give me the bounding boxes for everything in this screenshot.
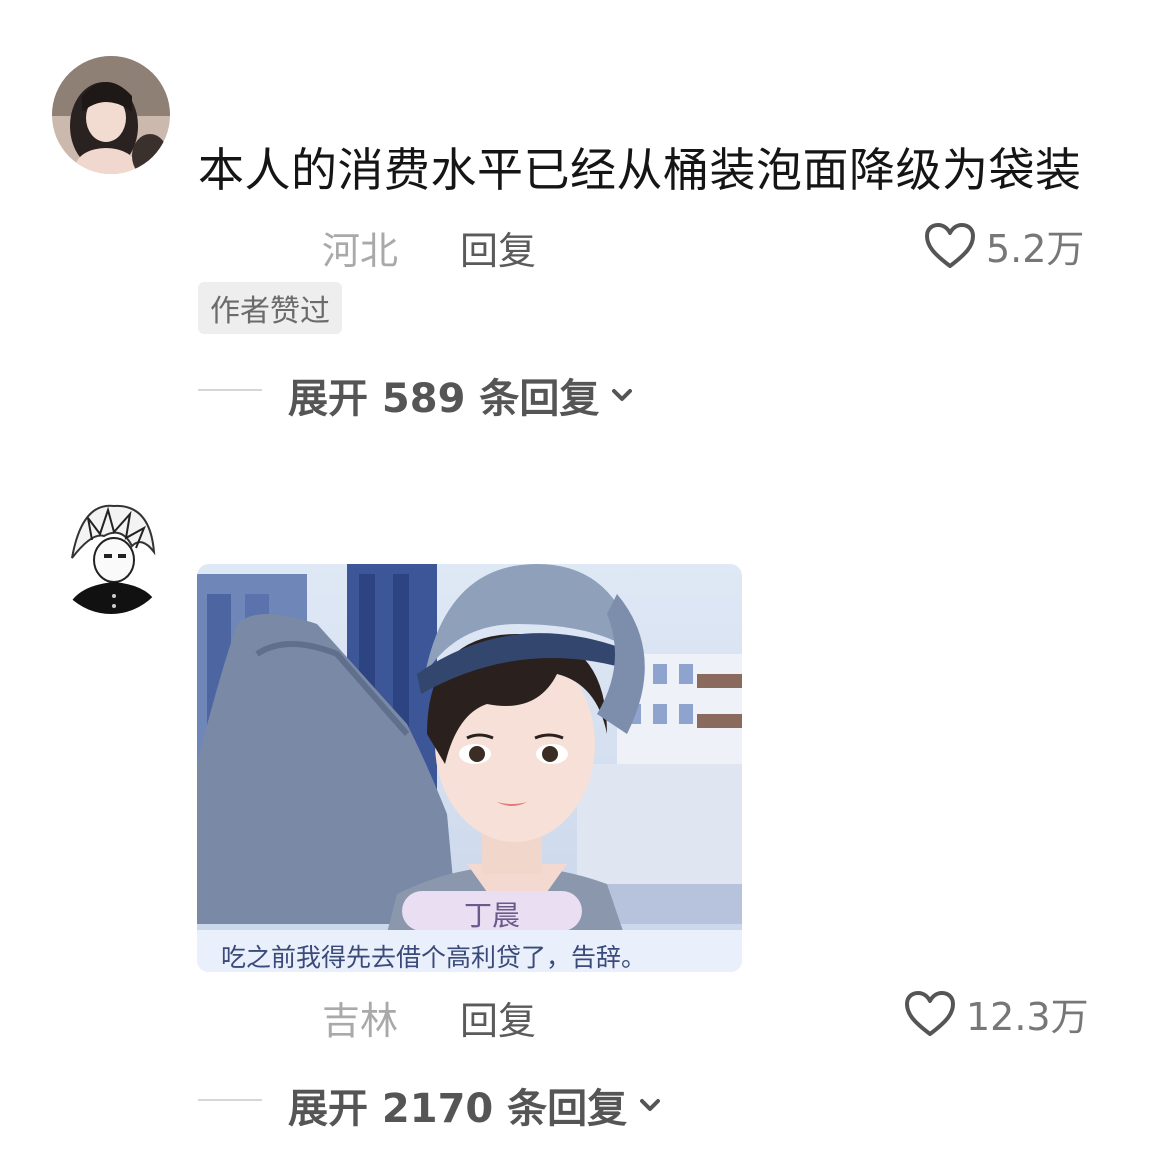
- like-count: 5.2万: [986, 227, 1085, 271]
- reply-button[interactable]: 回复: [460, 220, 536, 275]
- like-button[interactable]: 5.2万: [924, 218, 1084, 273]
- expand-replies-button[interactable]: 展开 589 条回复: [288, 366, 639, 424]
- comment-location: 河北: [322, 229, 399, 273]
- reply-button[interactable]: 回复: [460, 990, 536, 1045]
- expand-replies-label: 展开 2170 条回复: [288, 1086, 628, 1132]
- divider-line: [198, 389, 262, 391]
- author-liked-badge: 作者赞过: [198, 282, 342, 334]
- heart-outline-icon: [925, 222, 975, 268]
- like-count: 12.3万: [966, 995, 1089, 1039]
- dialogue-text: 吃之前我得先去借个高利贷了，告辞。: [221, 943, 647, 972]
- heart-outline-icon: [905, 990, 955, 1036]
- avatar-commenter-1[interactable]: [52, 56, 170, 174]
- chevron-down-icon: [612, 389, 633, 401]
- avatar-commenter-2[interactable]: [52, 496, 170, 614]
- comment-text: 本人的消费水平已经从桶装泡面降级为袋装: [198, 143, 1082, 197]
- comment-image[interactable]: 丁晨 吃之前我得先去借个高利贷了，告辞。: [197, 564, 742, 972]
- divider-line: [198, 1099, 262, 1101]
- expand-replies-button[interactable]: 展开 2170 条回复: [288, 1076, 667, 1134]
- like-button[interactable]: 12.3万: [904, 986, 1089, 1041]
- comment-location: 吉林: [322, 999, 399, 1043]
- chevron-down-icon: [640, 1099, 661, 1111]
- character-name: 丁晨: [463, 899, 520, 932]
- expand-replies-label: 展开 589 条回复: [288, 376, 600, 422]
